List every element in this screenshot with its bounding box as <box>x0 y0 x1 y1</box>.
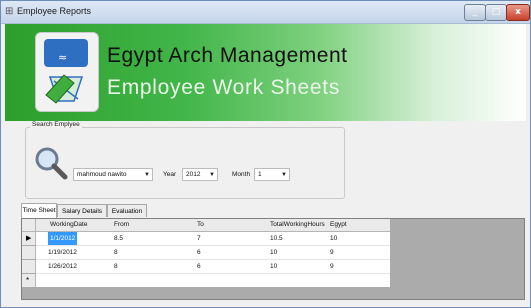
year-select-value: 2012 <box>186 171 201 178</box>
table-cell[interactable]: 10 <box>270 246 277 259</box>
column-header-egypt[interactable]: Egypt <box>330 219 347 231</box>
month-label: Month <box>232 171 251 178</box>
column-header-to[interactable]: To <box>197 219 204 231</box>
pencil-icon <box>45 74 84 104</box>
table-row[interactable]: 1/26/2012 8 6 10 9 <box>36 260 390 274</box>
title-bar[interactable]: ⊞ Employee Reports _ □ x <box>1 1 530 24</box>
chevron-down-icon: ▼ <box>144 172 150 178</box>
table-cell[interactable]: 8.5 <box>114 232 123 245</box>
tab-time-sheet[interactable]: Time Sheet <box>21 203 57 218</box>
chevron-down-icon: ▼ <box>209 172 215 178</box>
app-logo: ≈ <box>35 32 99 112</box>
time-sheet-grid[interactable]: WorkingDate From To TotalWorkingHours Eg… <box>21 218 525 300</box>
new-row[interactable] <box>36 274 390 287</box>
column-header-workingdate[interactable]: WorkingDate <box>50 219 87 231</box>
row-header[interactable]: ▶ <box>22 232 36 245</box>
employee-reports-window: ⊞ Employee Reports _ □ x ≈ Egypt Arch Ma… <box>0 0 531 308</box>
tab-salary-details[interactable]: Salary Details <box>57 204 107 217</box>
table-cell[interactable]: 10 <box>270 260 277 273</box>
table-cell[interactable]: 9 <box>330 260 334 273</box>
row-header[interactable]: * <box>22 274 36 287</box>
table-cell[interactable]: 6 <box>197 260 201 273</box>
current-row-marker-icon: ▶ <box>26 235 32 242</box>
magnifier-icon <box>35 147 68 180</box>
table-cell[interactable]: 9 <box>330 246 334 259</box>
new-row-marker-icon: * <box>26 276 30 285</box>
row-header[interactable] <box>22 246 36 259</box>
column-header-totalworkinghours[interactable]: TotalWorkingHours <box>270 219 325 231</box>
table-row[interactable]: 1/19/2012 8 6 10 9 <box>36 246 390 260</box>
year-select[interactable]: 2012 ▼ <box>182 168 218 181</box>
wave-icon: ≈ <box>58 51 68 64</box>
employee-select-value: mahmoud nawito <box>77 171 127 178</box>
table-cell[interactable]: 1/19/2012 <box>48 246 77 259</box>
tab-evaluation[interactable]: Evaluation <box>107 204 147 217</box>
table-cell[interactable]: 8 <box>114 246 118 259</box>
app-icon[interactable]: ⊞ <box>5 6 13 17</box>
window-title: Employee Reports <box>17 6 92 16</box>
table-cell[interactable]: 10 <box>330 232 337 245</box>
table-cell[interactable]: 6 <box>197 246 201 259</box>
table-cell[interactable]: 10.5 <box>270 232 283 245</box>
page-title: Employee Work Sheets <box>107 76 341 99</box>
search-employee-group: Search Emplyee mahmoud nawito ▼ Year 201… <box>25 121 345 199</box>
table-cell[interactable]: 1/1/2012 <box>48 232 78 245</box>
minimize-button[interactable]: _ <box>464 4 486 21</box>
year-label: Year <box>163 171 177 178</box>
corner-header[interactable] <box>22 219 36 231</box>
table-cell[interactable]: 7 <box>197 232 201 245</box>
month-select[interactable]: 1 ▼ <box>254 168 290 181</box>
maximize-button[interactable]: □ <box>485 4 507 21</box>
month-select-value: 1 <box>258 171 262 178</box>
table-cell[interactable]: 1/26/2012 <box>48 260 77 273</box>
search-group-legend: Search Emplyee <box>30 121 82 128</box>
header-banner: ≈ Egypt Arch Management Employee Work Sh… <box>5 24 526 121</box>
table-row[interactable]: 1/1/2012 8.5 7 10.5 10 <box>36 232 390 246</box>
grid-header: WorkingDate From To TotalWorkingHours Eg… <box>22 219 390 232</box>
table-cell[interactable]: 8 <box>114 260 118 273</box>
close-button[interactable]: x <box>506 4 530 21</box>
employee-select[interactable]: mahmoud nawito ▼ <box>73 168 153 181</box>
logo-picture-icon: ≈ <box>44 39 88 67</box>
column-header-from[interactable]: From <box>114 219 129 231</box>
chevron-down-icon: ▼ <box>281 172 287 178</box>
company-name: Egypt Arch Management <box>107 44 348 67</box>
row-header[interactable] <box>22 260 36 273</box>
